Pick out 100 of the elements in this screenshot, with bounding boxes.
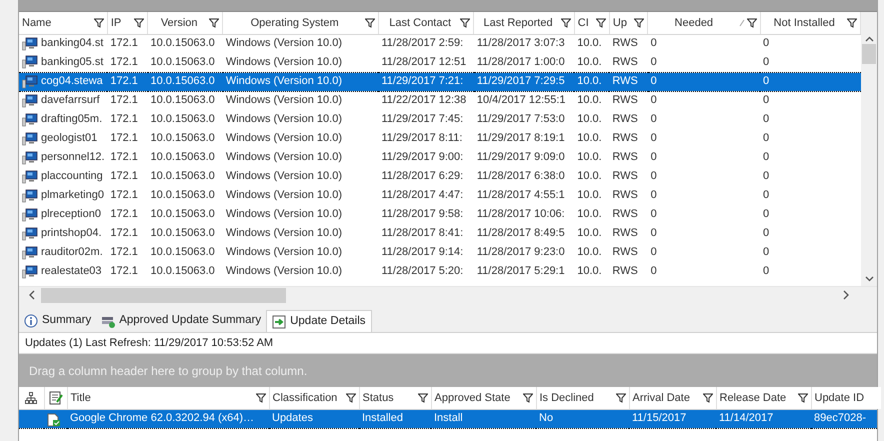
table-cell-text: 172.1 (109, 245, 139, 260)
column-header[interactable]: Arrival Date (629, 387, 716, 409)
computer-icon (22, 208, 38, 222)
column-header[interactable]: Update ID (811, 387, 881, 409)
table-cell: 172.1 (107, 72, 148, 91)
table-cell-text: RWS (611, 131, 639, 146)
table-cell-text: 0 (762, 245, 770, 260)
table-cell-text: 0 (762, 169, 770, 184)
document-edit-icon[interactable] (48, 390, 62, 405)
table-cell: 10/4/2017 12:55:1 (474, 91, 574, 110)
column-header[interactable]: Last Contact (378, 12, 474, 34)
table-cell-text: 10.0.15063.0 (150, 226, 216, 241)
hierarchy-icon[interactable] (25, 392, 38, 404)
tab[interactable]: Summary (19, 310, 96, 332)
table-cell-text: Windows (Version 10.0) (224, 150, 343, 165)
table-cell-text: 10.0. (576, 264, 603, 279)
table-cell: Windows (Version 10.0) (222, 34, 378, 53)
table-cell: personnel12. (41, 151, 105, 164)
scroll-thumb[interactable] (862, 44, 876, 64)
table-cell: 11/28/2017 2:59: (378, 34, 474, 53)
filter-icon[interactable] (746, 18, 757, 28)
scroll-thumb[interactable] (41, 288, 286, 302)
table-cell-text: 10.0.15063.0 (150, 188, 216, 203)
table-cell-text: 0 (762, 207, 770, 222)
column-header[interactable]: Operating System (222, 12, 378, 34)
filter-icon[interactable] (364, 18, 375, 28)
table-cell: 172.1 (107, 34, 148, 53)
table-cell-text: 0 (650, 150, 658, 165)
column-header[interactable]: Is Declined (536, 387, 629, 409)
table-cell-text: 172.1 (109, 150, 139, 165)
table-cell-text: 172.1 (109, 169, 139, 184)
table-cell-text: 10.0.15063.0 (150, 150, 216, 165)
table-cell: 0 (648, 91, 760, 110)
table-cell-text: 11/29/2017 8:11: (380, 131, 464, 146)
table-cell-text: Windows (Version 10.0) (224, 169, 343, 184)
table-cell-text: 10.0.15063.0 (150, 169, 216, 184)
info-icon (24, 314, 38, 328)
table-cell: RWS (609, 72, 648, 91)
filter-icon[interactable] (418, 392, 428, 403)
filter-icon[interactable] (847, 18, 857, 28)
table-cell-text: RWS (611, 169, 639, 184)
table-cell: 10.0. (574, 34, 610, 53)
vertical-scrollbar[interactable] (861, 12, 877, 286)
filter-icon[interactable] (596, 18, 606, 28)
column-header[interactable]: CI (574, 12, 610, 34)
table-cell-text: 11/28/2017 8:49:5 (476, 226, 566, 241)
filter-icon[interactable] (460, 18, 470, 28)
table-cell: 172.1 (107, 91, 148, 110)
tab[interactable]: Update Details (266, 310, 372, 332)
column-header[interactable]: Name (19, 12, 108, 34)
filter-icon[interactable] (209, 18, 220, 28)
scroll-down-icon[interactable] (864, 276, 874, 282)
table-cell-text: 11/29/2017 9:00: (380, 150, 464, 165)
horizontal-scrollbar[interactable] (19, 286, 877, 303)
table-cell: No (536, 409, 629, 428)
table-cell: Updates (269, 409, 359, 428)
table-cell: RWS (609, 91, 648, 110)
column-header[interactable]: Not Installed (760, 12, 860, 34)
filter-icon[interactable] (634, 18, 644, 28)
column-header[interactable]: Last Reported (474, 12, 574, 34)
computer-icon (22, 246, 38, 260)
column-header[interactable]: Approved State (431, 387, 536, 409)
table-cell: 10.0.15063.0 (148, 34, 223, 53)
column-header[interactable]: Release Date (716, 387, 811, 409)
table-cell-text: 10.0. (576, 150, 603, 165)
filter-icon[interactable] (702, 392, 712, 403)
scroll-up-icon[interactable] (864, 36, 874, 42)
refresh-info: Updates (1) Last Refresh: 11/29/2017 10:53:52 AM (19, 333, 877, 354)
column-header[interactable]: Needed (648, 12, 760, 34)
column-header[interactable]: Status (359, 387, 431, 409)
computer-icon (22, 74, 38, 88)
tab[interactable]: Approved Update Summary (96, 310, 266, 332)
table-cell: printshop04. (41, 227, 102, 240)
column-header[interactable]: Classification (269, 387, 359, 409)
table-cell-text: RWS (611, 112, 639, 127)
table-cell-text: RWS (611, 188, 639, 203)
table-cell-text: Windows (Version 10.0) (224, 245, 343, 260)
table-cell-text: 10.0.15063.0 (150, 131, 216, 146)
computer-icon (22, 150, 38, 164)
table-cell-text: 0 (650, 169, 658, 184)
filter-icon[interactable] (346, 392, 356, 403)
column-header[interactable]: Title (67, 387, 269, 409)
filter-icon[interactable] (560, 18, 571, 28)
table-cell-text: 0 (650, 131, 658, 146)
column-header[interactable]: Up (609, 12, 648, 34)
table-cell-text: 11/28/2017 4:55:1 (476, 188, 566, 203)
filter-icon[interactable] (134, 18, 144, 28)
table-cell-text: 10.0. (576, 207, 603, 222)
table-cell: rauditor02m. (41, 246, 103, 259)
table-cell: 0 (760, 34, 860, 53)
table-cell: Installed (359, 409, 431, 428)
filter-icon[interactable] (616, 392, 626, 403)
computer-icon (22, 94, 38, 108)
filter-icon[interactable] (94, 18, 104, 28)
table-cell-text: 10.0. (576, 169, 603, 184)
column-header[interactable]: Version (148, 12, 223, 34)
filter-icon[interactable] (256, 392, 266, 403)
column-header[interactable]: IP (107, 12, 148, 34)
filter-icon[interactable] (522, 392, 532, 403)
filter-icon[interactable] (798, 392, 808, 403)
